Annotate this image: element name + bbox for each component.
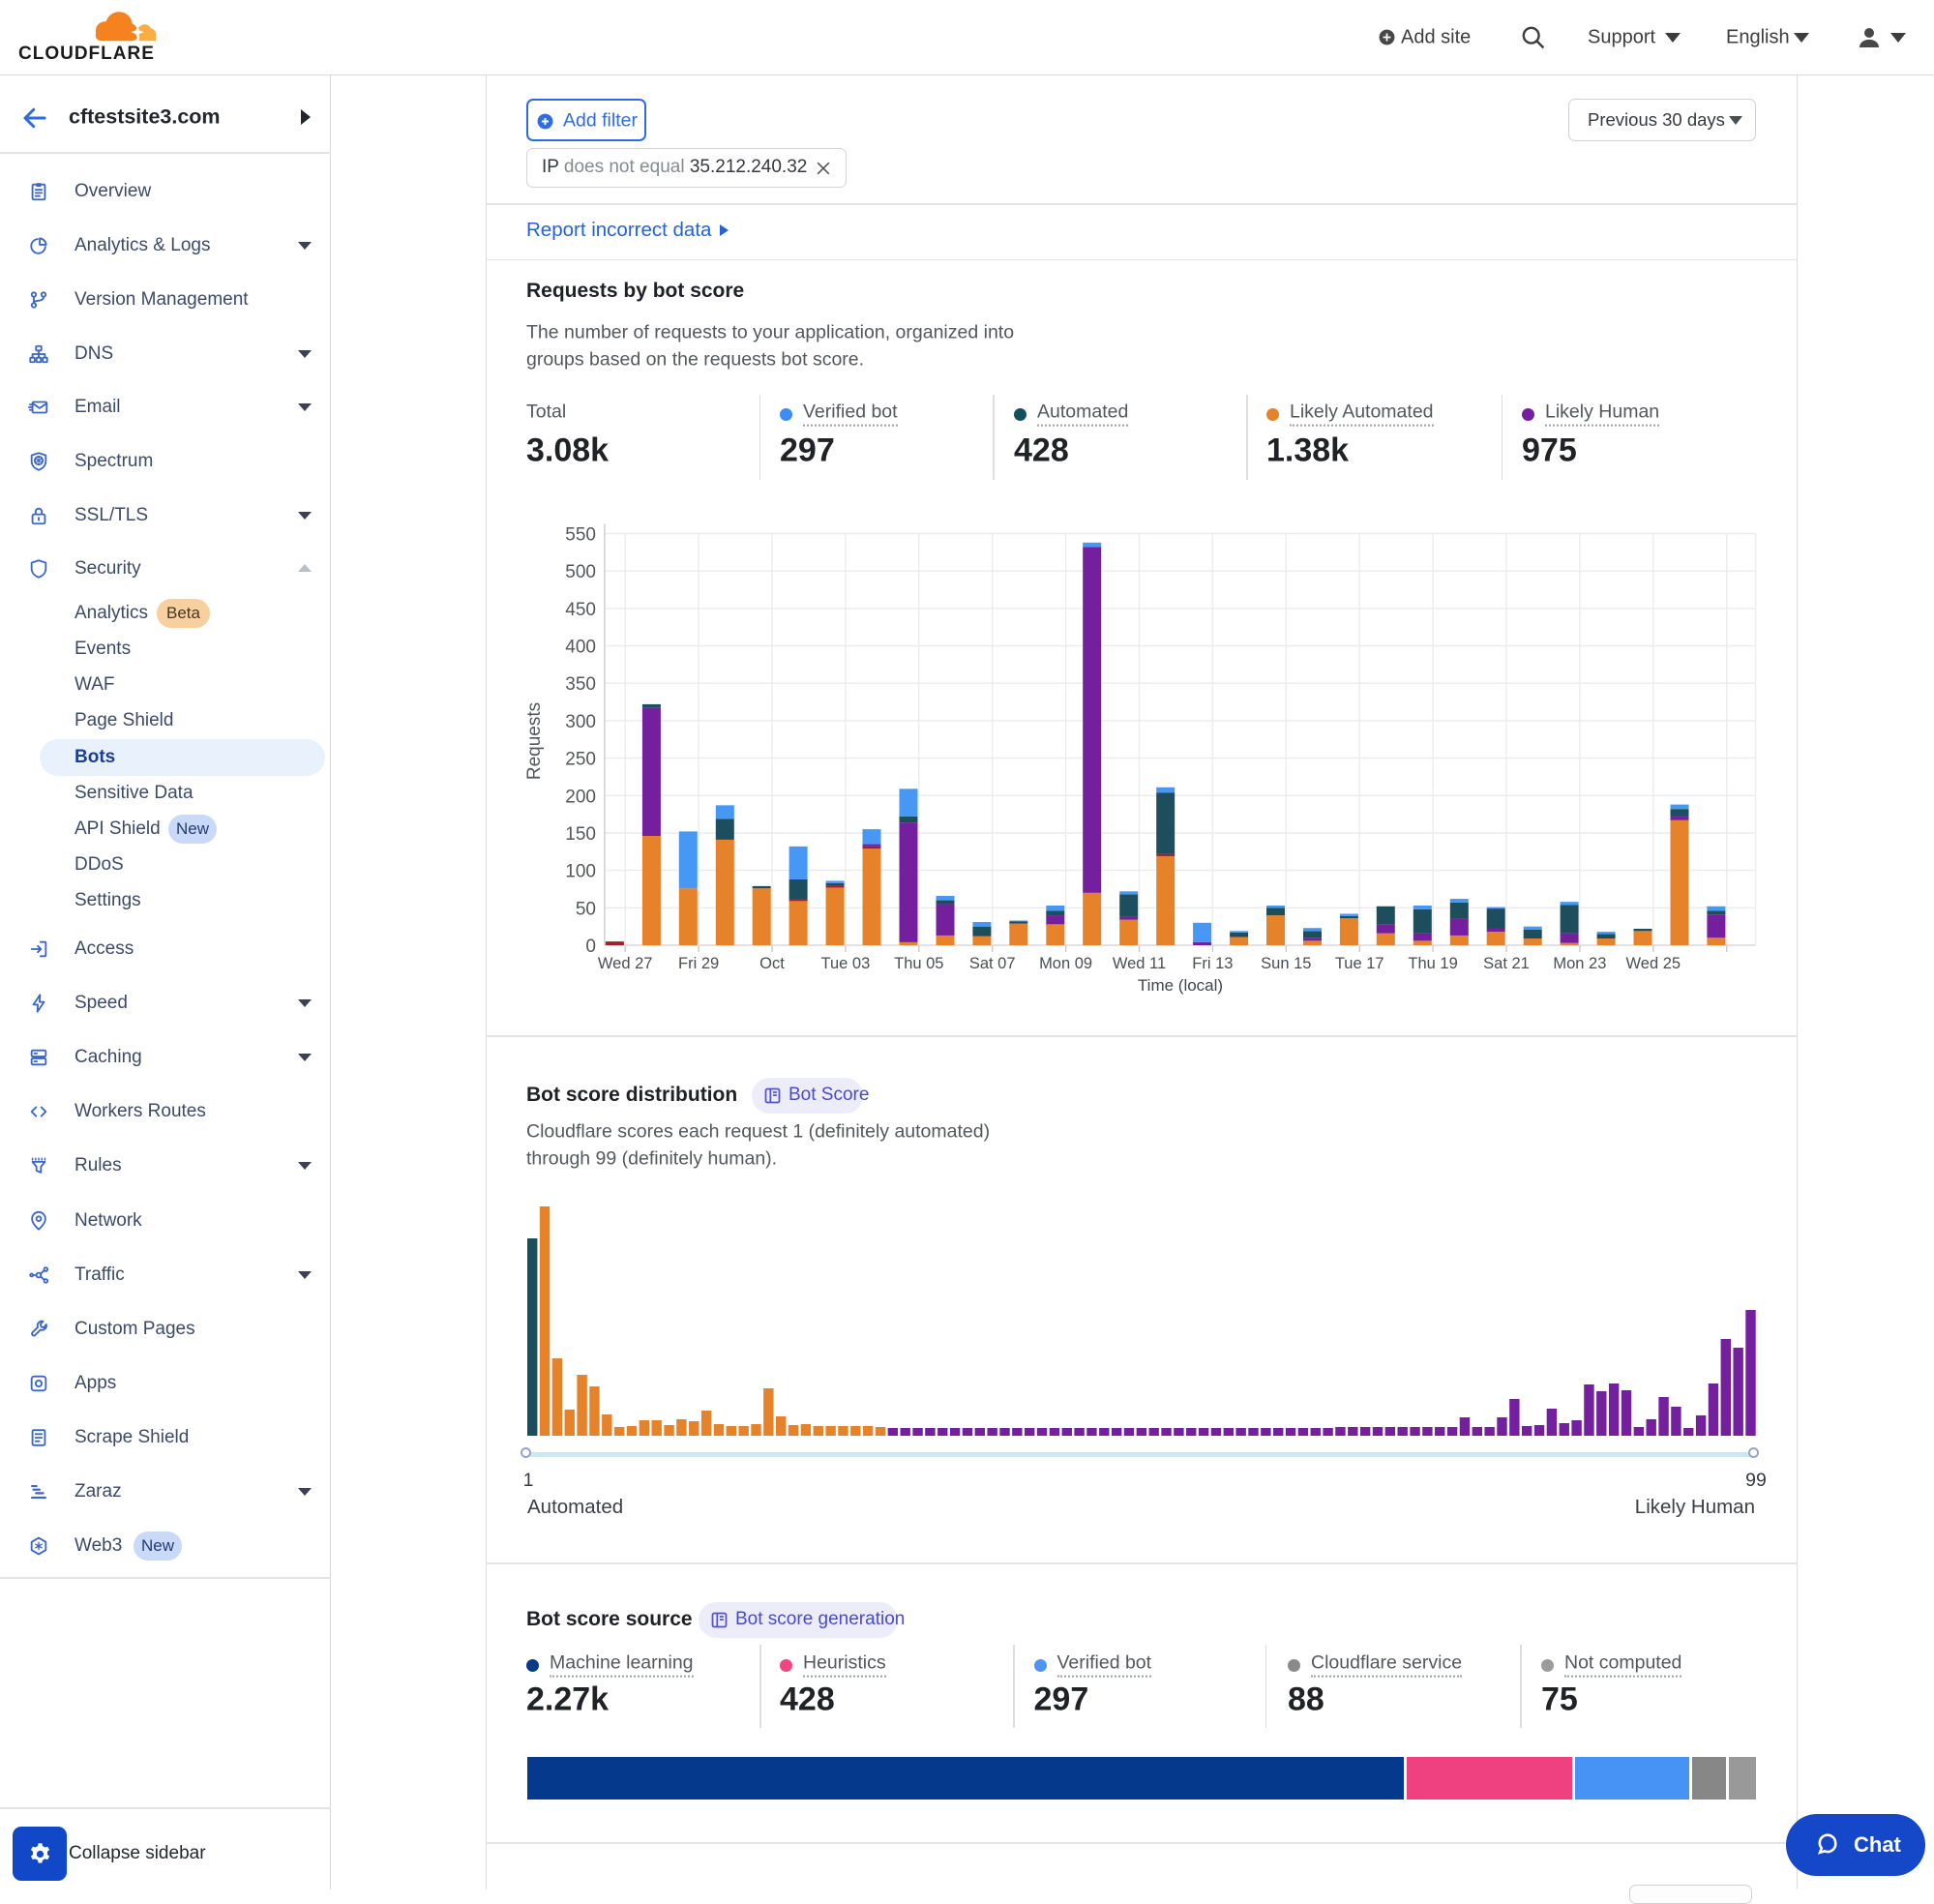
svg-text:550: 550 — [565, 525, 596, 546]
svg-text:Thu 19: Thu 19 — [1408, 955, 1457, 972]
svg-text:450: 450 — [565, 600, 596, 620]
svg-text:0: 0 — [585, 937, 596, 957]
svg-text:150: 150 — [565, 824, 596, 845]
svg-text:Sat 21: Sat 21 — [1483, 955, 1530, 972]
svg-text:Oct: Oct — [759, 955, 785, 972]
svg-text:Wed 25: Wed 25 — [1626, 955, 1681, 972]
svg-text:Thu 05: Thu 05 — [894, 955, 943, 972]
svg-text:200: 200 — [565, 787, 596, 807]
svg-text:Fri 13: Fri 13 — [1192, 955, 1233, 972]
svg-text:500: 500 — [565, 562, 596, 582]
svg-text:Wed 11: Wed 11 — [1113, 955, 1166, 972]
svg-text:Tue 17: Tue 17 — [1335, 955, 1384, 972]
svg-text:Requests: Requests — [524, 702, 545, 780]
svg-text:50: 50 — [576, 899, 596, 919]
svg-text:250: 250 — [565, 750, 596, 770]
svg-text:Wed 27: Wed 27 — [598, 955, 653, 972]
svg-text:100: 100 — [565, 862, 596, 882]
svg-text:Time (local): Time (local) — [1138, 976, 1223, 995]
svg-text:Mon 23: Mon 23 — [1553, 955, 1606, 972]
svg-text:350: 350 — [565, 674, 596, 695]
svg-text:Mon 09: Mon 09 — [1039, 955, 1092, 972]
svg-text:Tue 03: Tue 03 — [821, 955, 871, 972]
svg-text:Sat 07: Sat 07 — [969, 955, 1016, 972]
svg-text:300: 300 — [565, 712, 596, 732]
svg-text:400: 400 — [565, 638, 596, 658]
svg-text:Sun 15: Sun 15 — [1261, 955, 1311, 972]
svg-text:Fri 29: Fri 29 — [678, 955, 719, 972]
